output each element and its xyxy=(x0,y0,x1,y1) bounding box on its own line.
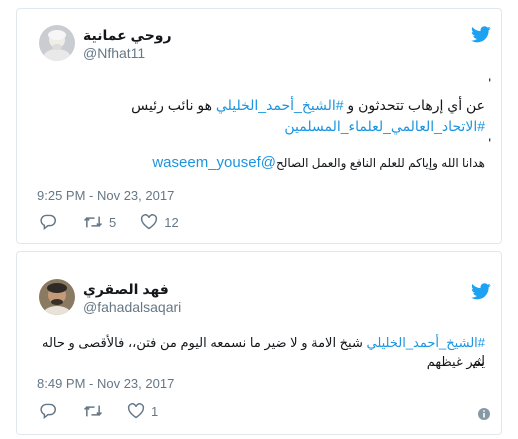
retweet-icon xyxy=(83,403,103,419)
tweet-card: روحي عمانية @Nfhat11 ' عن أي إرهاب تتحدث… xyxy=(16,8,502,244)
avatar[interactable] xyxy=(39,279,75,315)
like-button[interactable]: 1 xyxy=(127,403,158,419)
reply-icon xyxy=(39,403,57,419)
tweet-text-line: عن أي إرهاب تتحدثون و #الشيخ_أحمد_الخليل… xyxy=(33,96,485,114)
twitter-bird-icon[interactable] xyxy=(471,26,491,43)
username-handle[interactable]: @Nfhat11 xyxy=(83,45,145,61)
tweet-text: هو نائب رئيس xyxy=(131,97,216,113)
info-icon[interactable] xyxy=(477,407,491,421)
timestamp[interactable]: 9:25 PM - Nov 23, 2017 xyxy=(37,188,174,203)
timestamp[interactable]: 8:49 PM - Nov 23, 2017 xyxy=(37,376,174,391)
hashtag-link[interactable]: #الاتحاد_العالمي_لعلماء_المسلمين xyxy=(284,118,485,134)
tweet-text: يثير غيظهم xyxy=(426,354,485,369)
reply-button[interactable] xyxy=(39,214,57,230)
hashtag-link[interactable]: #الشيخ_أحمد_الخليلي xyxy=(367,335,486,350)
reply-icon xyxy=(39,214,57,230)
reply-button[interactable] xyxy=(39,403,57,419)
retweet-button[interactable] xyxy=(83,403,103,419)
display-name[interactable]: فهد الصقري xyxy=(83,281,169,298)
like-count: 1 xyxy=(151,403,159,419)
retweet-button[interactable]: 5 xyxy=(83,214,116,230)
action-bar: 5 12 xyxy=(39,214,197,230)
like-icon xyxy=(127,403,145,419)
retweet-count: 5 xyxy=(109,214,117,230)
like-button[interactable]: 12 xyxy=(140,214,179,230)
tweet-card: فهد الصقري @fahadalsaqari #الشيخ_أحمد_ال… xyxy=(16,251,502,435)
tweet-text-line: #الاتحاد_العالمي_لعلماء_المسلمين xyxy=(33,117,485,135)
twitter-bird-icon[interactable] xyxy=(471,283,491,300)
tweet-text-line: يثير غيظهم xyxy=(33,353,485,371)
retweet-icon xyxy=(83,214,103,230)
tweet-text: عن أي إرهاب تتحدثون و xyxy=(343,97,485,113)
hashtag-link[interactable]: #الشيخ_أحمد_الخليلي xyxy=(216,97,344,113)
stray-mark: ' xyxy=(488,75,491,91)
tweet-text: هدانا الله وإياكم للعلم النافع والعمل ال… xyxy=(275,156,485,170)
tweet-text-line: هدانا الله وإياكم للعلم النافع والعمل ال… xyxy=(33,154,485,172)
username-handle[interactable]: @fahadalsaqari xyxy=(83,299,181,315)
mention-link[interactable]: @waseem_yousef xyxy=(152,154,276,171)
like-icon xyxy=(140,214,158,230)
avatar[interactable] xyxy=(39,25,75,61)
like-count: 12 xyxy=(164,214,179,230)
stray-mark: ' xyxy=(488,135,491,151)
display-name[interactable]: روحي عمانية xyxy=(83,27,172,44)
action-bar: 1 xyxy=(39,403,176,419)
